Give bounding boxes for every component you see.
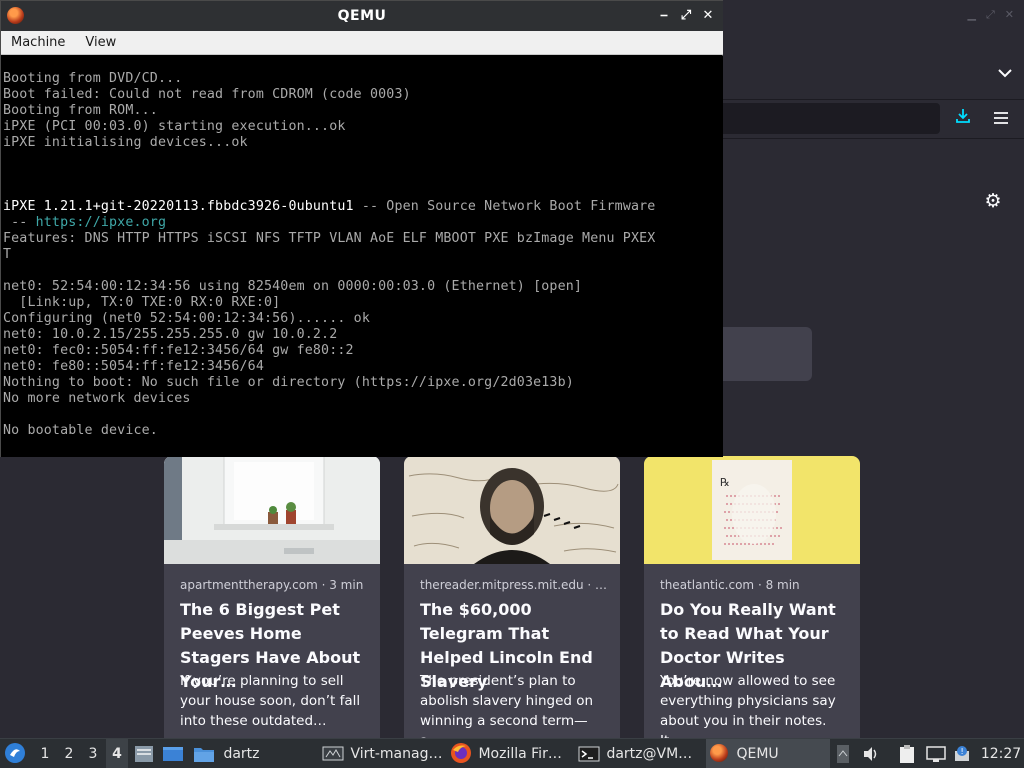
taskbar-scroll-icon[interactable] bbox=[836, 739, 852, 768]
console-line: T bbox=[3, 247, 12, 262]
workspace-1[interactable]: 1 bbox=[34, 739, 56, 768]
menu-view[interactable]: View bbox=[75, 31, 126, 54]
task-firefox[interactable]: Mozilla Fir… bbox=[450, 739, 574, 768]
folder-launcher[interactable]: dartz bbox=[193, 739, 265, 768]
card-source: theatlantic.com · 8 min bbox=[660, 578, 800, 592]
console-line: [Link:up, TX:0 TXE:0 RX:0 RXE:0] bbox=[3, 295, 281, 310]
console-line: iPXE 1.21.1+git-20220113.fbbdc3926-0ubun… bbox=[3, 199, 655, 215]
card-excerpt: If you’re planning to sell your house so… bbox=[180, 673, 361, 729]
firefox-window-controls: ▁ ⤢ ✕ bbox=[968, 8, 1015, 22]
console-line: net0: 10.0.2.15/255.255.255.0 gw 10.0.2.… bbox=[3, 327, 338, 342]
file-manager-icon[interactable] bbox=[134, 739, 156, 768]
card-thumbnail: ℞ bbox=[644, 456, 860, 564]
console-line: Booting from ROM... bbox=[3, 103, 158, 118]
console-line: No bootable device. bbox=[3, 423, 158, 438]
console-line: -- https://ipxe.org bbox=[3, 215, 166, 231]
qemu-titlebar[interactable]: QEMU ⎯ ⤢ ✕ bbox=[1, 1, 723, 31]
console-line: Booting from DVD/CD... bbox=[3, 71, 183, 86]
maximize-icon[interactable]: ⤢ bbox=[679, 1, 693, 31]
minimize-icon[interactable]: ⎯ bbox=[657, 1, 671, 31]
close-icon[interactable]: ✕ bbox=[1005, 8, 1014, 22]
task-label: Mozilla Fir… bbox=[478, 746, 562, 762]
svg-text:!: ! bbox=[961, 747, 964, 756]
qemu-window: QEMU ⎯ ⤢ ✕ Machine View Booting from DVD… bbox=[0, 0, 723, 457]
workspace-3[interactable]: 3 bbox=[82, 739, 104, 768]
task-qemu[interactable]: QEMU bbox=[706, 739, 830, 768]
card-excerpt: The president’s plan to abolish slavery … bbox=[420, 673, 594, 738]
show-desktop-icon[interactable] bbox=[162, 739, 186, 768]
console-line: Configuring (net0 52:54:00:12:34:56)....… bbox=[3, 311, 370, 326]
app-menu-icon[interactable] bbox=[4, 739, 28, 768]
pocket-card[interactable]: ℞ theatlantic.com · 8 min Do You Really … bbox=[644, 456, 860, 738]
card-source: apartmenttherapy.com · 3 min bbox=[180, 578, 364, 592]
menu-machine[interactable]: Machine bbox=[1, 31, 75, 54]
hamburger-menu-icon[interactable] bbox=[990, 108, 1012, 130]
minimize-icon[interactable]: ▁ bbox=[968, 8, 976, 22]
task-label: QEMU bbox=[736, 746, 779, 762]
task-label: dartz@VM… bbox=[606, 746, 693, 762]
terminal-icon bbox=[578, 746, 600, 762]
workspace-4[interactable]: 4 bbox=[106, 739, 128, 768]
url-bar[interactable] bbox=[700, 103, 940, 134]
ipxe-url: https://ipxe.org bbox=[35, 215, 167, 230]
console-line: Features: DNS HTTP HTTPS iSCSI NFS TFTP … bbox=[3, 231, 656, 246]
volume-icon[interactable] bbox=[862, 739, 884, 768]
update-notification-icon[interactable]: ! bbox=[954, 739, 976, 768]
taskbar: 1 2 3 4 dartz Virt-manag… Mozilla Fir… d… bbox=[0, 738, 1024, 768]
clock[interactable]: 12:27 bbox=[980, 739, 1022, 768]
virt-manager-icon bbox=[322, 746, 344, 761]
folder-label: dartz bbox=[223, 746, 260, 762]
download-icon[interactable] bbox=[952, 108, 974, 130]
window-title: QEMU bbox=[337, 8, 387, 24]
task-label: Virt-manag… bbox=[350, 746, 443, 762]
firefox-icon bbox=[451, 743, 471, 763]
console-line: No more network devices bbox=[3, 391, 191, 406]
console-text: -- Open Source Network Boot Firmware bbox=[353, 199, 656, 214]
console-line: Boot failed: Could not read from CDROM (… bbox=[3, 87, 411, 102]
card-excerpt: You’re now allowed to see everything phy… bbox=[660, 673, 836, 738]
console-line: net0: 52:54:00:12:34:56 using 82540em on… bbox=[3, 279, 583, 294]
task-virt-manager[interactable]: Virt-manag… bbox=[322, 739, 446, 768]
pocket-card[interactable]: apartmenttherapy.com · 3 min The 6 Bigge… bbox=[164, 456, 380, 738]
vm-console[interactable]: Booting from DVD/CD... Boot failed: Coul… bbox=[1, 56, 723, 457]
network-icon[interactable] bbox=[926, 739, 948, 768]
console-text: -- bbox=[3, 215, 36, 230]
console-line: net0: fe80::5054:ff:fe12:3456/64 bbox=[3, 359, 264, 374]
card-thumbnail bbox=[404, 456, 620, 564]
qemu-icon bbox=[710, 744, 728, 762]
maximize-icon[interactable]: ⤢ bbox=[986, 8, 995, 22]
card-source: thereader.mitpress.mit.edu · … bbox=[420, 578, 608, 592]
close-icon[interactable]: ✕ bbox=[701, 1, 715, 31]
gear-icon[interactable]: ⚙ bbox=[982, 190, 1004, 212]
pocket-card[interactable]: thereader.mitpress.mit.edu · … The $60,0… bbox=[404, 456, 620, 738]
console-line: net0: fec0::5054:ff:fe12:3456/64 gw fe80… bbox=[3, 343, 354, 358]
workspace-2[interactable]: 2 bbox=[58, 739, 80, 768]
console-line: Nothing to boot: No such file or directo… bbox=[3, 375, 574, 390]
clipboard-icon[interactable] bbox=[898, 739, 920, 768]
card-thumbnail bbox=[164, 456, 380, 564]
chevron-down-icon[interactable] bbox=[998, 66, 1012, 82]
console-line: iPXE initialising devices...ok bbox=[3, 135, 248, 150]
console-line: iPXE (PCI 00:03.0) starting execution...… bbox=[3, 119, 346, 134]
qemu-window-controls: ⎯ ⤢ ✕ bbox=[657, 1, 715, 31]
ipxe-version-text: iPXE 1.21.1+git-20220113.fbbdc3926-0ubun… bbox=[3, 199, 354, 214]
svg-text:℞: ℞ bbox=[720, 476, 730, 489]
qemu-menubar: Machine View bbox=[1, 31, 723, 55]
task-terminal[interactable]: dartz@VM… bbox=[578, 739, 702, 768]
